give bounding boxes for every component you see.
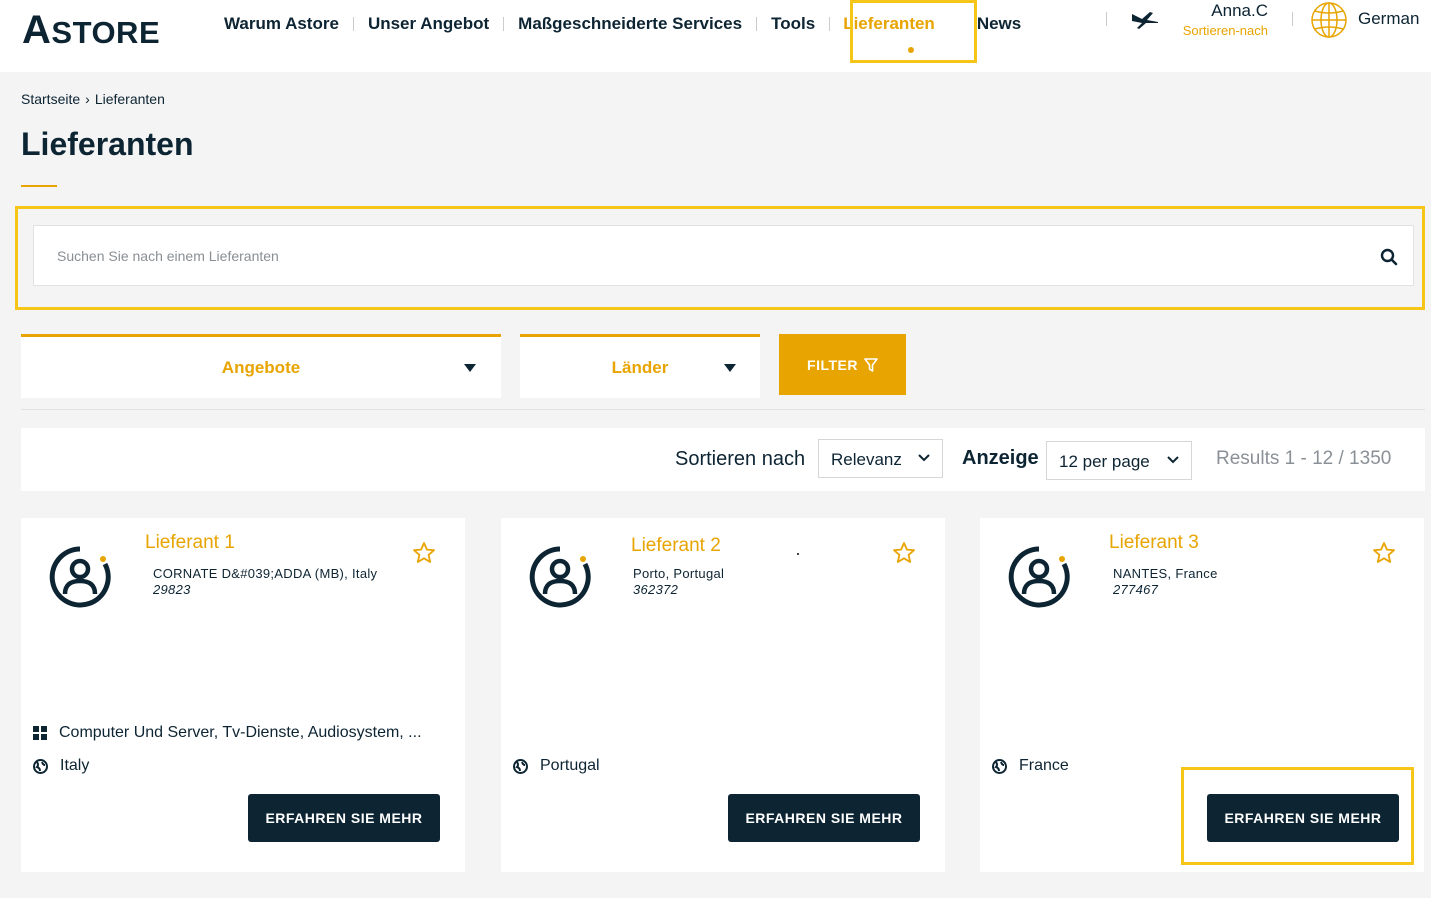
globe-icon (992, 758, 1007, 774)
countries-dropdown[interactable]: Länder (520, 334, 760, 398)
supplier-code: 29823 (153, 582, 191, 597)
supplier-address: NANTES, France (1113, 566, 1218, 581)
page-title: Lieferanten (21, 126, 194, 162)
supplier-name[interactable]: Lieferant 3 (1109, 532, 1199, 554)
star-icon[interactable] (1372, 541, 1396, 565)
results-count: Results 1 - 12 / 1350 (1216, 448, 1392, 469)
supplier-country-text: France (1019, 757, 1069, 774)
user-subtitle[interactable]: Sortieren-nach (1168, 23, 1268, 38)
active-nav-highlight (850, 0, 977, 63)
user-avatar-icon (529, 546, 591, 608)
header-separator (1106, 12, 1107, 26)
globe-icon (33, 758, 48, 774)
supplier-card: Lieferant 2 Porto, Portugal 362372 Portu… (501, 518, 945, 872)
offers-dropdown[interactable]: Angebote (21, 334, 501, 398)
supplier-address: CORNATE D&#039;ADDA (MB), Italy (153, 566, 378, 581)
language-selector[interactable]: German (1358, 9, 1419, 29)
supplier-country-text: Portugal (540, 757, 600, 774)
plane-icon (1132, 12, 1158, 29)
globe-icon[interactable] (1310, 1, 1348, 39)
filter-button-label: FILTER (807, 356, 858, 373)
user-name[interactable]: Anna.C (1200, 1, 1268, 21)
nav-unser-angebot[interactable]: Unser Angebot (354, 14, 503, 34)
header-separator (1292, 12, 1293, 26)
divider (21, 409, 1425, 410)
sort-label: Sortieren nach (675, 448, 806, 470)
funnel-icon (864, 357, 878, 372)
top-header: ASTORE Warum Astore Unser Angebot Maßges… (0, 0, 1431, 72)
supplier-country: Italy (33, 757, 89, 775)
supplier-country: Portugal (513, 757, 600, 775)
supplier-code: 362372 (633, 582, 679, 597)
breadcrumb-separator: › (85, 91, 90, 107)
chevron-down-icon (918, 454, 930, 462)
breadcrumb: Startseite › Lieferanten (21, 91, 165, 107)
stray-dot (797, 553, 799, 555)
title-underline (21, 185, 57, 187)
sort-select[interactable]: Relevanz (818, 439, 943, 478)
countries-dropdown-label: Länder (611, 357, 669, 377)
globe-icon (513, 758, 528, 774)
star-icon[interactable] (412, 541, 436, 565)
breadcrumb-current: Lieferanten (94, 91, 165, 107)
astore-logo[interactable]: ASTORE (22, 8, 160, 53)
breadcrumb-home[interactable]: Startseite (21, 91, 80, 107)
learn-more-button[interactable]: ERFAHREN SIE MEHR (728, 794, 920, 842)
star-icon[interactable] (892, 541, 916, 565)
filter-button[interactable]: FILTER (779, 334, 906, 395)
search-box (33, 225, 1414, 286)
per-page-select[interactable]: 12 per page (1046, 441, 1192, 480)
sort-select-value: Relevanz (831, 450, 902, 469)
supplier-categories: Computer Und Server, Tv-Dienste, Audiosy… (33, 724, 422, 742)
caret-down-icon (464, 364, 476, 372)
grid-icon (33, 726, 47, 740)
supplier-country: France (992, 757, 1069, 775)
supplier-code: 277467 (1113, 582, 1159, 597)
nav-warum-astore[interactable]: Warum Astore (210, 14, 353, 34)
learn-more-highlight (1181, 767, 1414, 865)
user-avatar-icon (1008, 546, 1070, 608)
supplier-name[interactable]: Lieferant 1 (145, 532, 235, 554)
search-input[interactable] (57, 244, 1357, 268)
supplier-name[interactable]: Lieferant 2 (631, 535, 721, 557)
active-nav-indicator (908, 47, 914, 53)
supplier-country-text: Italy (60, 757, 90, 774)
supplier-address: Porto, Portugal (633, 566, 725, 581)
offers-dropdown-label: Angebote (221, 357, 301, 377)
search-icon[interactable] (1380, 248, 1398, 266)
supplier-card: Lieferant 1 CORNATE D&#039;ADDA (MB), It… (21, 518, 465, 872)
supplier-categories-text: Computer Und Server, Tv-Dienste, Audiosy… (59, 724, 422, 741)
nav-tools[interactable]: Tools (757, 14, 829, 34)
learn-more-button[interactable]: ERFAHREN SIE MEHR (248, 794, 440, 842)
chevron-down-icon (1167, 456, 1179, 464)
per-page-value: 12 per page (1059, 452, 1150, 471)
user-avatar-icon (49, 546, 111, 608)
sort-bar: Sortieren nach Relevanz Anzeige 12 per p… (21, 428, 1425, 491)
caret-down-icon (724, 364, 736, 372)
nav-massgeschneiderte-services[interactable]: Maßgeschneiderte Services (504, 14, 756, 34)
per-page-label: Anzeige (962, 447, 1039, 469)
